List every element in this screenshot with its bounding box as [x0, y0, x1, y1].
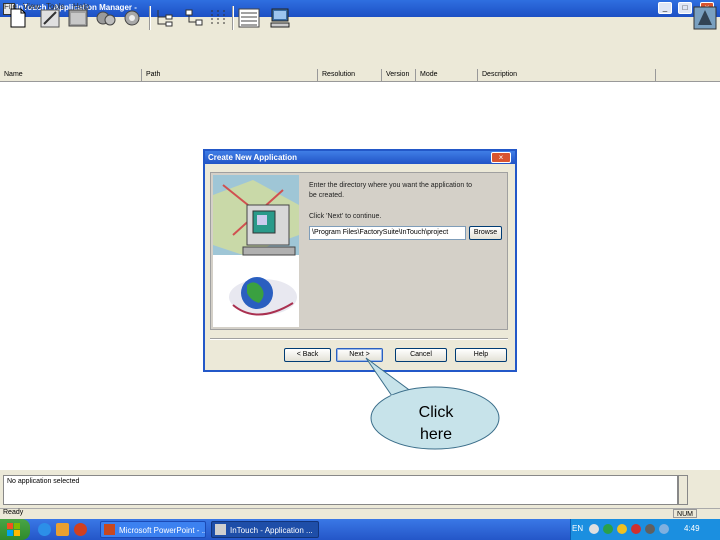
node-list-icon[interactable]: [206, 6, 230, 30]
windowviewer-icon[interactable]: [94, 6, 118, 30]
dialog-title: Create New Application: [208, 153, 298, 162]
language-indicator[interactable]: EN: [572, 524, 583, 533]
application-path-input[interactable]: \Program Files\FactorySuite\InTouch\proj…: [309, 226, 466, 240]
help-tray-icon[interactable]: [589, 524, 599, 534]
column-description[interactable]: Description: [478, 69, 656, 81]
app-tray-icon[interactable]: [645, 524, 655, 534]
back-button[interactable]: < Back: [284, 348, 331, 362]
taskbar-clock: 4:49: [684, 524, 700, 533]
column-resolution[interactable]: Resolution: [318, 69, 382, 81]
dialog-separator: [210, 338, 508, 340]
distribute-icon[interactable]: [120, 6, 144, 30]
status-ready-text: Ready: [3, 509, 24, 516]
wizard-icon[interactable]: [693, 6, 717, 30]
dialog-continue-hint: Click 'Next' to continue.: [309, 213, 382, 220]
windowmaker-icon[interactable]: [66, 6, 90, 30]
toolbar-separator: [149, 6, 151, 30]
maximize-button[interactable]: □: [678, 2, 692, 14]
application-list-header: Name Path Resolution Version Mode Descri…: [0, 69, 720, 82]
outlook-icon[interactable]: [56, 523, 69, 536]
powerpoint-icon: [104, 524, 115, 535]
message-box: [3, 475, 678, 505]
next-button[interactable]: Next >: [336, 348, 383, 362]
start-button[interactable]: [0, 519, 30, 540]
taskbar-item-intouch[interactable]: InTouch - Application ...: [211, 521, 319, 538]
dialog-close-button[interactable]: ×: [491, 152, 511, 163]
media-player-icon[interactable]: [74, 523, 87, 536]
security-tray-icon[interactable]: [617, 524, 627, 534]
toolbar: [0, 31, 720, 70]
details-view-icon[interactable]: [237, 6, 261, 30]
volume-tray-icon[interactable]: [659, 524, 669, 534]
callout-line2: here: [419, 426, 453, 443]
toolbar-separator: [232, 6, 234, 30]
message-scrollbar[interactable]: [678, 475, 688, 505]
callout-text: Click here: [371, 402, 501, 446]
column-mode[interactable]: Mode: [416, 69, 478, 81]
wizard-illustration: [213, 175, 299, 327]
network-icon[interactable]: [182, 6, 206, 30]
windows-logo-icon: [7, 523, 20, 536]
network-tray-icon[interactable]: [603, 524, 613, 534]
taskbar-item-powerpoint[interactable]: Microsoft PowerPoint - ...: [100, 521, 206, 538]
tree-view-icon[interactable]: [154, 6, 178, 30]
new-application-icon[interactable]: [6, 6, 30, 30]
dialog-instruction-line2: be created.: [309, 192, 345, 199]
cancel-button[interactable]: Cancel: [395, 348, 447, 362]
column-path[interactable]: Path: [142, 69, 318, 81]
callout-line1: Click: [418, 404, 454, 421]
antivirus-tray-icon[interactable]: [631, 524, 641, 534]
edit-icon[interactable]: [38, 6, 62, 30]
message-text: No application selected: [7, 478, 80, 485]
minimize-button[interactable]: _: [658, 2, 672, 14]
column-version[interactable]: Version: [382, 69, 416, 81]
internet-explorer-icon[interactable]: [38, 523, 51, 536]
status-num-indicator: NUM: [673, 509, 697, 518]
help-button[interactable]: Help: [455, 348, 507, 362]
browse-button[interactable]: Browse: [469, 226, 502, 240]
intouch-icon: [215, 524, 226, 535]
node-properties-icon[interactable]: [268, 6, 292, 30]
column-name[interactable]: Name: [0, 69, 142, 81]
dialog-instruction-line1: Enter the directory where you want the a…: [309, 182, 473, 189]
